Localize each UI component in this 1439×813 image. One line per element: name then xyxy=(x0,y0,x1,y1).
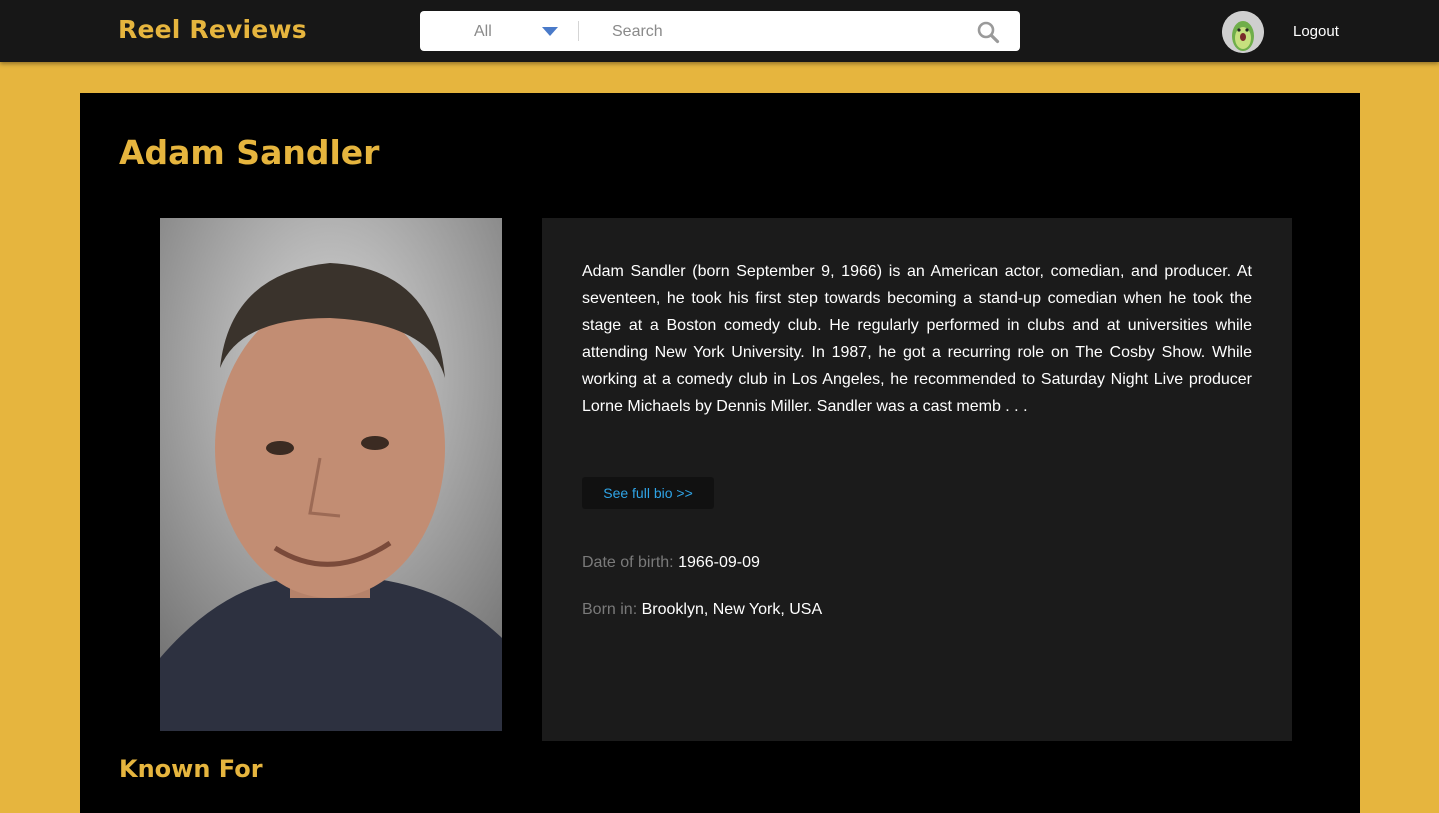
date-of-birth-value: 1966-09-09 xyxy=(678,554,760,571)
chevron-down-icon xyxy=(542,27,558,36)
avatar-icon[interactable] xyxy=(1222,11,1264,53)
search-input[interactable] xyxy=(610,17,964,47)
bio-panel: Adam Sandler (born September 9, 1966) is… xyxy=(542,218,1292,741)
see-full-bio-button[interactable]: See full bio >> xyxy=(582,477,714,509)
site-logo[interactable]: Reel Reviews xyxy=(118,15,307,44)
search-icon[interactable] xyxy=(976,20,1000,44)
search-bar: All xyxy=(420,11,1020,51)
category-dropdown[interactable]: All xyxy=(420,11,580,51)
person-card: Adam Sandler Adam Sandler (born Septembe… xyxy=(80,93,1360,813)
category-selected-value: All xyxy=(474,23,492,40)
page-title: Adam Sandler xyxy=(119,133,380,172)
birthplace-value: Brooklyn, New York, USA xyxy=(641,601,823,618)
birthplace-label: Born in: xyxy=(582,601,638,618)
bio-text: Adam Sandler (born September 9, 1966) is… xyxy=(582,263,1252,415)
navbar: Reel Reviews All Logout xyxy=(0,0,1439,62)
known-for-heading: Known For xyxy=(119,755,263,783)
logout-link[interactable]: Logout xyxy=(1293,23,1339,40)
person-portrait xyxy=(160,218,502,731)
date-of-birth: Date of birth: 1966-09-09 xyxy=(582,554,760,572)
birthplace: Born in: Brooklyn, New York, USA xyxy=(582,601,822,619)
search-divider xyxy=(578,21,579,41)
date-of-birth-label: Date of birth: xyxy=(582,554,674,571)
